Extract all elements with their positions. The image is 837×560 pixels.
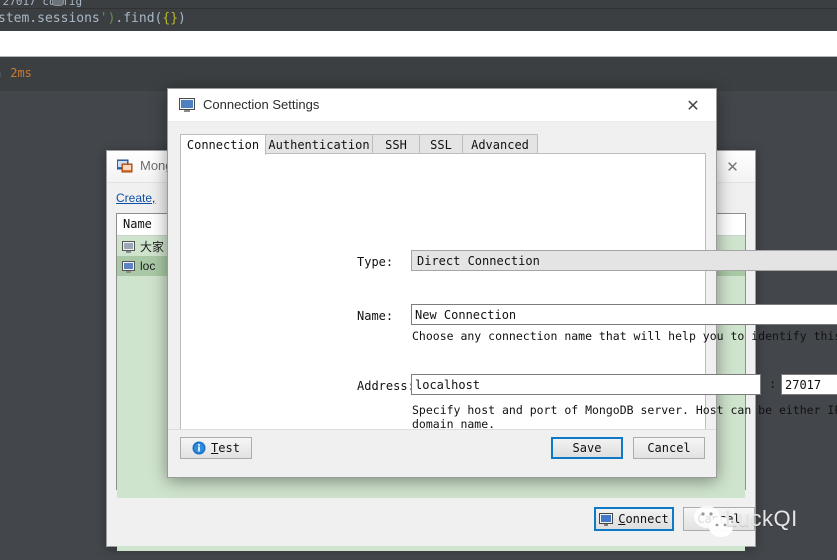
result-duration: 2ms: [10, 66, 32, 80]
tab-authentication-label: Authentication: [268, 137, 370, 152]
computer-monitor-icon: [179, 98, 195, 113]
code-close-paren: ): [178, 11, 186, 26]
dialog-titlebar: Connection Settings ✕: [168, 89, 716, 122]
cancel-button-label: Cancel: [697, 512, 741, 526]
address-separator: :: [769, 377, 777, 391]
computer-icon: [122, 240, 135, 253]
tab-advanced[interactable]: Advanced: [462, 134, 538, 154]
name-input-value: New Connection: [415, 307, 517, 322]
editor-tab-strip[interactable]: .27017 config: [0, 0, 837, 9]
list-item-label: 大家: [140, 239, 165, 254]
dialog-tab-strip: Connection Authentication SSH SSL Advanc…: [180, 134, 706, 155]
address-port-input[interactable]: 27017: [781, 374, 837, 395]
dialog-footer: Test Save Cancel: [168, 429, 716, 477]
mongodb-app-icon: [116, 159, 133, 174]
save-button-label: Save: [572, 441, 602, 455]
name-hint: Choose any connection name that will hel…: [412, 329, 837, 343]
tab-ssh[interactable]: SSH: [372, 134, 420, 154]
connect-button-label: Connect: [618, 512, 669, 526]
code-dot-find: .find(: [115, 11, 163, 26]
code-plain-prefix: stem.sessions: [0, 11, 100, 26]
type-select-value: Direct Connection: [417, 253, 540, 268]
editor-code-line[interactable]: stem.sessions').find({}): [0, 9, 837, 31]
result-bar-text: n 2ms: [0, 66, 32, 80]
computer-icon: [599, 512, 614, 526]
save-button[interactable]: Save: [551, 437, 623, 459]
tab-advanced-label: Advanced: [471, 137, 529, 152]
editor-tab-label: .27017 config: [0, 0, 83, 8]
name-label: Name:: [357, 309, 394, 323]
tab-ssh-label: SSH: [385, 137, 407, 152]
connect-rest: onnect: [625, 512, 669, 526]
close-icon: ✕: [726, 157, 739, 176]
type-label: Type:: [357, 255, 394, 269]
dialog-cancel-button[interactable]: Cancel: [633, 437, 705, 459]
list-item-label: loc: [140, 259, 156, 273]
column-header-name: Name: [123, 217, 152, 231]
connection-settings-dialog: Connection Settings ✕ Connection Authent…: [167, 88, 837, 478]
dialog-close-button[interactable]: ✕: [670, 89, 716, 121]
test-button[interactable]: Test: [180, 437, 252, 459]
create-link-label: Create: [116, 191, 153, 205]
dialog-title: Connection Settings: [203, 97, 320, 112]
address-hint-line1: Specify host and port of MongoDB server.…: [412, 403, 837, 417]
test-button-label: Test: [211, 441, 240, 455]
code-quote: '): [99, 11, 116, 26]
tab-ssl[interactable]: SSL: [419, 134, 463, 154]
tab-connection-label: Connection: [186, 138, 260, 152]
address-host-input[interactable]: localhost: [411, 374, 761, 395]
computer-icon: [122, 260, 135, 273]
code-braces: {}: [162, 11, 179, 26]
tab-authentication[interactable]: Authentication: [265, 134, 373, 154]
info-icon: [192, 441, 206, 455]
tab-connection[interactable]: Connection: [180, 134, 266, 155]
close-icon: ✕: [686, 95, 700, 115]
dialog-cancel-button-label: Cancel: [647, 441, 691, 455]
create-connection-link[interactable]: Create,: [116, 191, 155, 205]
address-host-value: localhost: [415, 377, 481, 392]
mongo-window-footer: Connect Cancel: [107, 498, 755, 546]
connect-button[interactable]: Connect: [594, 507, 674, 531]
tab-ssl-label: SSL: [430, 137, 452, 152]
create-link-comma: ,: [152, 191, 156, 205]
address-label: Address:: [357, 379, 415, 393]
type-select[interactable]: Direct Connection: [411, 250, 837, 271]
editor-white-gap: [0, 31, 837, 57]
address-port-value: 27017: [785, 377, 822, 392]
code-text: stem.sessions').find({}): [0, 11, 186, 26]
test-rest: est: [218, 441, 240, 455]
cancel-button-background-window[interactable]: Cancel: [683, 507, 755, 531]
database-cylinder-icon: [52, 0, 64, 6]
editor-result-bar: n 2ms: [0, 57, 837, 91]
result-label: n: [0, 66, 1, 80]
name-input[interactable]: New Connection: [411, 304, 837, 325]
